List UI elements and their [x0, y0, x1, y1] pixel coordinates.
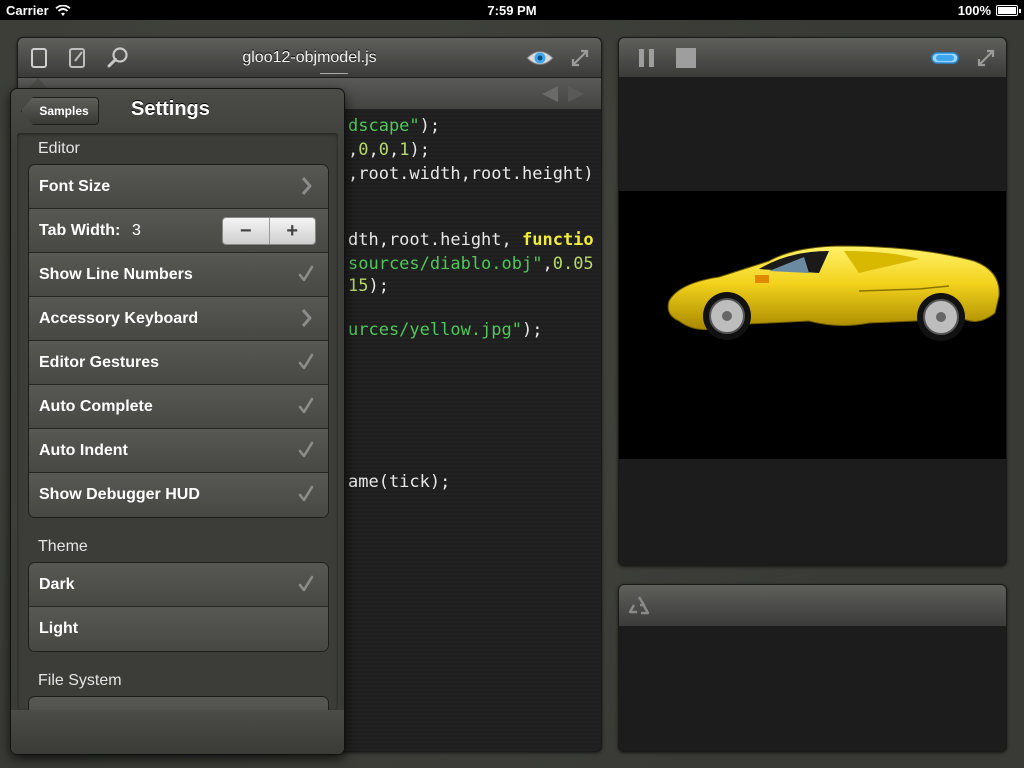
tab-width-stepper[interactable]: − +: [222, 217, 316, 245]
section-header-file-system: File System: [38, 672, 122, 689]
settings-row-reset-tutorial[interactable]: Reset Tutorial: [29, 697, 328, 710]
settings-row-label: Editor Gestures: [39, 353, 160, 371]
status-bar: Carrier 7:59 PM 100%: [0, 0, 1024, 20]
increment-button[interactable]: +: [269, 218, 315, 244]
code-token: 0: [358, 140, 369, 160]
checkmark-icon: [296, 264, 316, 284]
settings-row-label: Show Line Numbers: [39, 265, 193, 283]
settings-row-label: Accessory Keyboard: [39, 309, 199, 327]
code-line[interactable]: ,root.width,root.height): [348, 164, 594, 184]
output-panel: [618, 37, 1007, 566]
chevron-right-icon: [296, 308, 316, 328]
settings-row-light[interactable]: Light: [29, 607, 328, 651]
code-token: ,root.width,root.height): [348, 164, 594, 184]
settings-row-label: Auto Complete: [39, 397, 153, 415]
code-token: );: [419, 116, 441, 136]
pause-icon[interactable]: [635, 46, 659, 70]
editor-toolbar: gloo12-objmodel.js: [18, 38, 601, 78]
checkmark-icon: [296, 484, 316, 504]
file-system-settings-group: Reset Tutorial: [28, 696, 329, 710]
code-token: 15: [348, 276, 369, 296]
code-line[interactable]: dscape");: [348, 116, 440, 136]
code-token: ,: [348, 140, 359, 160]
decrement-button[interactable]: −: [223, 218, 270, 244]
code-line[interactable]: dth,root.height, functio: [348, 230, 594, 250]
battery-icon: [996, 5, 1021, 16]
section-header-editor: Editor: [38, 140, 80, 157]
checkmark-icon: [296, 574, 316, 594]
battery-percent: 100%: [957, 3, 991, 18]
code-token: functio: [522, 230, 594, 250]
settings-row-label: Show Debugger HUD: [39, 486, 200, 503]
settings-row-tab-width[interactable]: Tab Width: 3 − +: [29, 209, 328, 253]
capsule-icon[interactable]: [930, 46, 960, 70]
settings-row-accessory-keyboard[interactable]: Accessory Keyboard: [29, 297, 328, 341]
code-token: sources/diablo.obj": [348, 254, 543, 274]
code-token: 1: [399, 140, 410, 160]
code-line[interactable]: sources/diablo.obj",0.05: [348, 254, 594, 274]
battery-indicator: 100%: [957, 3, 1021, 18]
console-panel: [618, 584, 1007, 752]
settings-row-label: Tab Width:: [39, 221, 121, 239]
code-token: urces/yellow.jpg": [348, 320, 522, 340]
code-token: ,: [368, 140, 379, 160]
code-token: 0: [378, 140, 389, 160]
eye-icon[interactable]: [524, 46, 556, 70]
stop-icon[interactable]: [674, 46, 698, 70]
code-token: ,: [542, 254, 553, 274]
samples-back-button[interactable]: Samples: [21, 97, 99, 125]
recycle-icon[interactable]: [627, 594, 651, 618]
console-toolbar: [619, 585, 1006, 627]
settings-header: Samples Settings: [11, 89, 344, 133]
code-line[interactable]: 15);: [348, 276, 389, 296]
settings-popover: Samples Settings Editor Font Size Tab Wid…: [10, 88, 345, 755]
code-token: );: [368, 276, 389, 296]
nav-arrows-icon[interactable]: [538, 84, 588, 104]
code-token: dscape": [348, 116, 420, 136]
settings-row-show-debugger-hud[interactable]: Show Debugger HUD: [29, 473, 328, 517]
settings-row-editor-gestures[interactable]: Editor Gestures: [29, 341, 328, 385]
settings-row-label: Light: [39, 620, 79, 637]
clock: 7:59 PM: [487, 3, 537, 18]
expand-icon[interactable]: [568, 46, 592, 70]
checkmark-icon: [296, 440, 316, 460]
settings-footer: [11, 710, 344, 754]
code-token: 0.05: [552, 254, 594, 274]
code-token: ,: [389, 140, 400, 160]
settings-list[interactable]: Editor Font Size Tab Width: 3 − + Show Line N…: [17, 133, 338, 710]
title-underline: [320, 73, 348, 74]
tab-width-value: 3: [132, 222, 141, 239]
expand-icon[interactable]: [974, 46, 998, 70]
section-header-theme: Theme: [38, 538, 88, 555]
code-line[interactable]: ,0,0,1);: [348, 140, 430, 160]
settings-row-dark[interactable]: Dark: [29, 563, 328, 607]
settings-row-label: Auto Indent: [39, 441, 128, 459]
code-token: ame(tick);: [348, 472, 451, 492]
settings-title: Settings: [131, 98, 210, 120]
editor-settings-group: Font Size Tab Width: 3 − + Show Line Numbers A…: [28, 164, 329, 518]
code-token: );: [409, 140, 430, 160]
settings-row-label: Dark: [39, 575, 75, 593]
car-image: [667, 245, 1000, 341]
code-line[interactable]: ame(tick);: [348, 472, 450, 492]
settings-row-font-size[interactable]: Font Size: [29, 165, 328, 209]
chevron-right-icon: [296, 176, 316, 196]
settings-row-label: Font Size: [39, 177, 111, 195]
code-token: );: [522, 320, 543, 340]
render-canvas[interactable]: [619, 191, 1006, 459]
output-toolbar: [619, 38, 1006, 78]
theme-settings-group: Dark Light: [28, 562, 329, 652]
code-line[interactable]: urces/yellow.jpg");: [348, 320, 542, 340]
settings-row-auto-indent[interactable]: Auto Indent: [29, 429, 328, 473]
code-token: dth,root.height,: [348, 230, 522, 250]
file-title[interactable]: gloo12-objmodel.js: [18, 49, 601, 67]
settings-row-show-line-numbers[interactable]: Show Line Numbers: [29, 253, 328, 297]
checkmark-icon: [296, 396, 316, 416]
checkmark-icon: [296, 352, 316, 372]
settings-row-auto-complete[interactable]: Auto Complete: [29, 385, 328, 429]
